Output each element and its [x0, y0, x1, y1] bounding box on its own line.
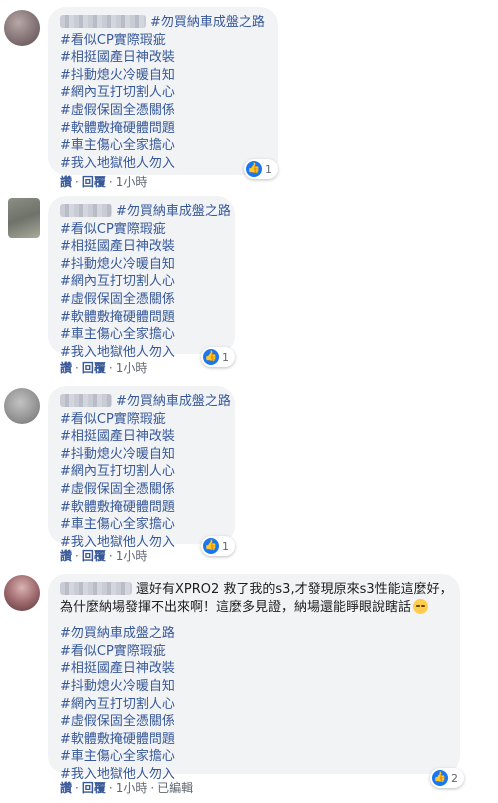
timestamp[interactable]: 1小時 [116, 175, 148, 189]
hashtag[interactable]: #虛假保固全憑關係 [60, 481, 223, 499]
hashtag[interactable]: #抖動熄火冷暖自知 [60, 446, 223, 464]
comment-actions: 讚 · 回覆 · 1小時 · 已編輯 [60, 781, 194, 795]
hashtag[interactable]: #網內互打切割人心 [60, 84, 266, 102]
hashtag[interactable]: #車主傷心全家擔心 [60, 516, 223, 534]
like-icon: 👍 [432, 770, 448, 786]
hashtag[interactable]: #勿買納車成盤之路 [150, 15, 265, 30]
reaction-count: 1 [265, 162, 272, 176]
hashtag[interactable]: #我入地獄他人勿入 [60, 155, 266, 173]
hashtag[interactable]: #抖動熄火冷暖自知 [60, 67, 266, 85]
hashtag[interactable]: #相挺國產日神改裝 [60, 660, 448, 678]
reply-button[interactable]: 回覆 [82, 549, 106, 563]
hashtag[interactable]: #勿買納車成盤之路 [116, 204, 231, 219]
reaction-count-badge[interactable]: 👍 1 [201, 347, 235, 367]
comment-bubble: 還好有XPRO2 救了我的s3,才發現原來s3性能這麼好， 為什麼納場發揮不出來… [48, 574, 460, 782]
timestamp[interactable]: 1小時 [116, 781, 148, 795]
redacted-username[interactable] [60, 394, 112, 407]
redacted-username[interactable] [60, 582, 132, 595]
reply-button[interactable]: 回覆 [82, 175, 106, 189]
like-icon: 👍 [203, 349, 219, 365]
reaction-count: 1 [222, 539, 229, 553]
comment-bubble: #勿買納車成盤之路 #看似CP實際瑕疵 #相挺國產日神改裝 #抖動熄火冷暖自知 … [48, 7, 278, 175]
reaction-count-badge[interactable]: 👍 1 [201, 536, 235, 556]
redacted-username[interactable] [60, 15, 146, 28]
hashtag[interactable]: #車主傷心全家擔心 [60, 326, 223, 344]
hashtag[interactable]: #相挺國產日神改裝 [60, 428, 223, 446]
hashtag[interactable]: #軟體敷掩硬體問題 [60, 731, 448, 749]
hashtag[interactable]: #相挺國產日神改裝 [60, 49, 266, 67]
hashtag[interactable]: #網內互打切割人心 [60, 463, 223, 481]
reaction-count-badge[interactable]: 👍 1 [244, 159, 278, 179]
comment-bubble: #勿買納車成盤之路 #看似CP實際瑕疵 #相挺國產日神改裝 #抖動熄火冷暖自知 … [48, 386, 235, 550]
like-icon: 👍 [246, 161, 262, 177]
hashtag[interactable]: #車主傷心全家擔心 [60, 748, 448, 766]
comment-actions: 讚 · 回覆 · 1小時 [60, 361, 148, 375]
like-button[interactable]: 讚 [60, 175, 72, 189]
reaction-count: 2 [451, 771, 458, 785]
avatar[interactable] [8, 198, 40, 238]
reaction-count: 1 [222, 350, 229, 364]
comment-actions: 讚 · 回覆 · 1小時 [60, 549, 148, 563]
like-button[interactable]: 讚 [60, 781, 72, 795]
redacted-username[interactable] [60, 204, 112, 217]
reply-button[interactable]: 回覆 [82, 781, 106, 795]
hashtag[interactable]: #虛假保固全憑關係 [60, 291, 223, 309]
like-button[interactable]: 讚 [60, 361, 72, 375]
comment-actions: 讚 · 回覆 · 1小時 [60, 175, 148, 189]
hashtag[interactable]: #看似CP實際瑕疵 [60, 411, 223, 429]
hashtag[interactable]: #網內互打切割人心 [60, 273, 223, 291]
hashtag[interactable]: #軟體敷掩硬體問題 [60, 499, 223, 517]
comment-text: 為什麼納場發揮不出來啊！這麼多見證，納場還能睜眼說瞎話 [60, 599, 412, 615]
avatar[interactable] [4, 388, 40, 424]
hashtag[interactable]: #勿買納車成盤之路 [60, 625, 448, 643]
hashtag[interactable]: #車主傷心全家擔心 [60, 137, 266, 155]
like-button[interactable]: 讚 [60, 549, 72, 563]
comment-bubble: #勿買納車成盤之路 #看似CP實際瑕疵 #相挺國產日神改裝 #抖動熄火冷暖自知 … [48, 196, 235, 360]
hashtag[interactable]: #勿買納車成盤之路 [116, 394, 231, 409]
hashtag[interactable]: #看似CP實際瑕疵 [60, 221, 223, 239]
timestamp[interactable]: 1小時 [116, 549, 148, 563]
tired-face-emoji [413, 598, 429, 614]
hashtag[interactable]: #軟體敷掩硬體問題 [60, 120, 266, 138]
comment-text: 還好有XPRO2 救了我的s3,才發現原來s3性能這麼好， [136, 582, 453, 597]
timestamp[interactable]: 1小時 [116, 361, 148, 375]
hashtag[interactable]: #相挺國產日神改裝 [60, 238, 223, 256]
hashtag[interactable]: #看似CP實際瑕疵 [60, 643, 448, 661]
hashtag[interactable]: #抖動熄火冷暖自知 [60, 678, 448, 696]
avatar[interactable] [4, 10, 40, 46]
like-icon: 👍 [203, 538, 219, 554]
reply-button[interactable]: 回覆 [82, 361, 106, 375]
edited-label[interactable]: 已編輯 [157, 781, 193, 795]
hashtag[interactable]: #軟體敷掩硬體問題 [60, 309, 223, 327]
avatar[interactable] [4, 575, 40, 611]
hashtag[interactable]: #虛假保固全憑關係 [60, 102, 266, 120]
hashtag[interactable]: #網內互打切割人心 [60, 696, 448, 714]
hashtag[interactable]: #抖動熄火冷暖自知 [60, 256, 223, 274]
hashtag[interactable]: #虛假保固全憑關係 [60, 713, 448, 731]
hashtag[interactable]: #看似CP實際瑕疵 [60, 32, 266, 50]
reaction-count-badge[interactable]: 👍 2 [430, 768, 464, 788]
